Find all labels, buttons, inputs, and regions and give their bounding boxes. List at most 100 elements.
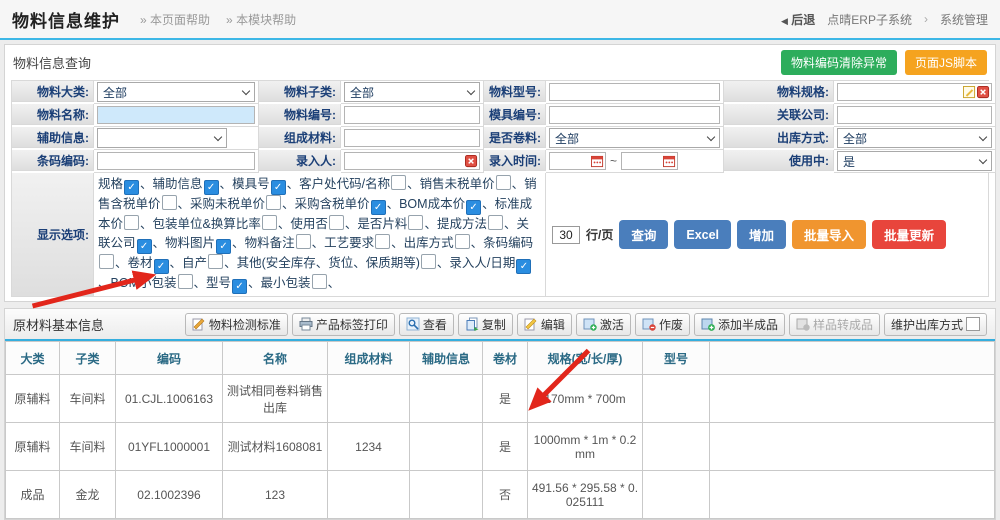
- text-input[interactable]: [344, 152, 480, 170]
- option-separator: 、: [170, 256, 183, 270]
- table-row[interactable]: 原辅料车间料01.CJL.1006163测试相同卷料销售出库是170mm * 7…: [6, 375, 995, 423]
- breadcrumb-app[interactable]: 点晴ERP子系统: [827, 11, 912, 28]
- dropdown-select[interactable]: 是: [837, 151, 992, 171]
- display-option-checkbox[interactable]: [208, 254, 223, 269]
- display-option-checkbox[interactable]: [266, 195, 281, 210]
- display-option-checkbox[interactable]: ✓: [232, 279, 247, 294]
- toolbar-button-添加半成品[interactable]: 添加半成品: [694, 313, 785, 336]
- display-option-checkbox[interactable]: ✓: [466, 200, 481, 215]
- field-cell: [546, 81, 724, 104]
- display-option-checkbox[interactable]: [391, 175, 406, 190]
- table-cell: 金龙: [60, 471, 116, 519]
- date-from-input[interactable]: [549, 152, 606, 170]
- field-label: 使用中:: [724, 150, 834, 171]
- standard-icon: [192, 317, 206, 331]
- text-input[interactable]: [549, 83, 720, 101]
- toolbar-button-物料检测标准[interactable]: 物料检测标准: [185, 313, 288, 336]
- display-option-checkbox[interactable]: [178, 274, 193, 289]
- text-input[interactable]: [344, 106, 480, 124]
- display-option-checkbox[interactable]: [124, 215, 139, 230]
- toolbar-button-作废[interactable]: 作废: [635, 313, 690, 336]
- display-option-label: 销售未税单价: [420, 177, 495, 191]
- field-cell: [94, 104, 259, 127]
- display-option-checkbox[interactable]: [408, 215, 423, 230]
- table-cell: 491.56 * 295.58 * 0.025111: [528, 471, 643, 519]
- table-cell: 1000mm * 1m * 0.2mm: [528, 423, 643, 471]
- chevrons-icon: »: [226, 13, 233, 27]
- dropdown-select[interactable]: 全部: [344, 82, 480, 102]
- toolbar-button-维护出库方式[interactable]: 维护出库方式: [884, 313, 987, 336]
- dropdown-select[interactable]: 全部: [549, 128, 720, 148]
- table-row[interactable]: 原辅料车间料01YFL1000001测试材料16080811234是1000mm…: [6, 423, 995, 471]
- option-separator: 、: [287, 177, 300, 191]
- toolbar-button-产品标签打印[interactable]: 产品标签打印: [292, 313, 395, 336]
- display-option-checkbox[interactable]: ✓: [204, 180, 219, 195]
- display-option-checkbox[interactable]: [262, 215, 277, 230]
- display-option-checkbox[interactable]: ✓: [154, 259, 169, 274]
- text-input[interactable]: [97, 106, 255, 124]
- display-option-checkbox[interactable]: ✓: [371, 200, 386, 215]
- table-cell: 123: [223, 471, 328, 519]
- display-option-checkbox[interactable]: [488, 215, 503, 230]
- table-cell: 测试相同卷料销售出库: [223, 375, 328, 423]
- text-input[interactable]: [549, 106, 720, 124]
- page-size-input[interactable]: 30: [552, 226, 580, 244]
- display-option-checkbox[interactable]: ✓: [216, 239, 231, 254]
- dropdown-select[interactable]: 全部: [837, 128, 992, 148]
- column-header: 子类: [60, 342, 116, 375]
- field-cell: [341, 127, 484, 150]
- text-input[interactable]: [97, 152, 255, 170]
- materials-table: 大类子类编码名称组成材料辅助信息卷材规格(宽/长/厚)型号 原辅料车间料01.C…: [5, 341, 995, 519]
- display-option-checkbox[interactable]: ✓: [124, 180, 139, 195]
- display-option-checkbox[interactable]: ✓: [516, 259, 531, 274]
- display-option-label: 工艺要求: [324, 236, 374, 250]
- back-button[interactable]: ◀ 后退: [781, 11, 815, 28]
- table-cell: 原辅料: [6, 375, 60, 423]
- text-input[interactable]: [837, 83, 992, 101]
- date-to-input[interactable]: [621, 152, 678, 170]
- breadcrumb-section[interactable]: 系统管理: [940, 11, 988, 28]
- option-separator: 、: [345, 217, 358, 231]
- display-option-checkbox[interactable]: [455, 234, 470, 249]
- display-option-checkbox[interactable]: [329, 215, 344, 230]
- action-button-Excel[interactable]: Excel: [674, 220, 731, 249]
- toolbar-checkbox[interactable]: [966, 317, 980, 331]
- field-label: 模具编号:: [484, 104, 546, 125]
- display-option-checkbox[interactable]: [99, 254, 114, 269]
- dropdown-select[interactable]: [97, 128, 227, 148]
- action-button-批量导入[interactable]: 批量导入: [792, 220, 866, 249]
- display-option-checkbox[interactable]: [496, 175, 511, 190]
- action-button-批量更新[interactable]: 批量更新: [872, 220, 946, 249]
- table-cell: [328, 471, 410, 519]
- display-option-checkbox[interactable]: [421, 254, 436, 269]
- action-button-增加[interactable]: 增加: [737, 220, 786, 249]
- toolbar-button-激活[interactable]: 激活: [576, 313, 631, 336]
- option-separator: 、: [232, 236, 245, 250]
- breadcrumb-separator: ›: [924, 12, 928, 26]
- toolbar-button-编辑[interactable]: 编辑: [517, 313, 572, 336]
- action-button-查询[interactable]: 查询: [619, 220, 668, 249]
- addsemi-icon: [701, 317, 715, 331]
- toolbar-button-复制[interactable]: 复制: [458, 313, 513, 336]
- panel-action-button[interactable]: 页面JS脚本: [905, 50, 987, 75]
- table-cell: [410, 375, 483, 423]
- module-help-link[interactable]: » 本模块帮助: [226, 11, 296, 28]
- display-option-checkbox[interactable]: [162, 195, 177, 210]
- table-row[interactable]: 成品金龙02.1002396123否491.56 * 295.58 * 0.02…: [6, 471, 995, 519]
- field-cell: [834, 104, 996, 127]
- page-help-link[interactable]: » 本页面帮助: [140, 11, 210, 28]
- display-option-checkbox[interactable]: [312, 274, 327, 289]
- option-separator: 、: [387, 197, 400, 211]
- display-option-checkbox[interactable]: [296, 234, 311, 249]
- panel-action-button[interactable]: 物料编码清除异常: [781, 50, 897, 75]
- option-separator: 、: [512, 177, 525, 191]
- text-input[interactable]: [344, 129, 480, 147]
- text-input[interactable]: [837, 106, 992, 124]
- display-option-checkbox[interactable]: [375, 234, 390, 249]
- display-option-checkbox[interactable]: ✓: [137, 239, 152, 254]
- display-option-checkbox[interactable]: ✓: [271, 180, 286, 195]
- column-header: 辅助信息: [410, 342, 483, 375]
- toolbar-button-查看[interactable]: 查看: [399, 313, 454, 336]
- dropdown-select[interactable]: 全部: [97, 82, 255, 102]
- option-separator: 、: [194, 276, 207, 290]
